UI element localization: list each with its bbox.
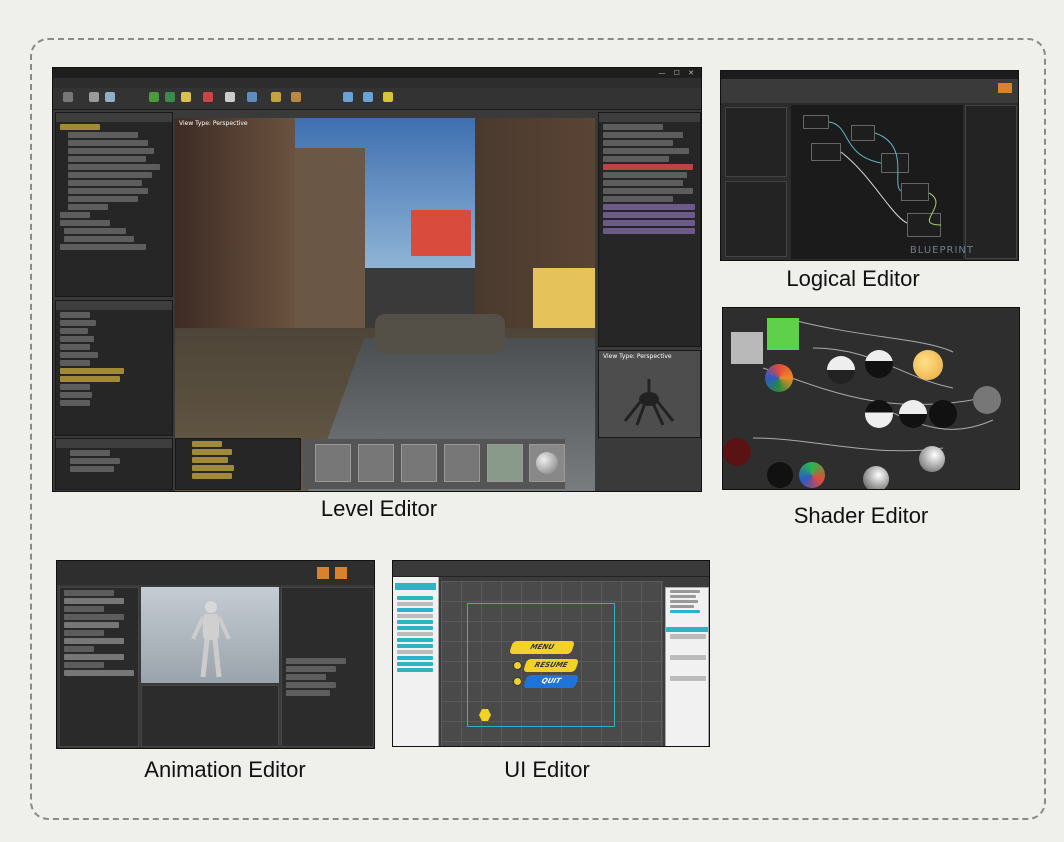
panel-header — [56, 439, 172, 448]
level-toolbar — [53, 88, 701, 110]
tool-icon[interactable] — [383, 92, 393, 102]
tool-icon[interactable] — [363, 92, 373, 102]
tool-icon[interactable] — [225, 92, 235, 102]
logical-editor-screenshot: BLUEPRINT — [720, 70, 1019, 261]
spider-model-icon — [623, 379, 675, 426]
animation-viewport[interactable] — [141, 587, 279, 683]
vehicle — [375, 314, 505, 354]
asset-thumbnails — [303, 439, 565, 489]
shader-editor-screenshot[interactable] — [722, 307, 1020, 490]
level-title-bar: — ☐ ✕ — [53, 68, 701, 78]
tool-icon[interactable] — [165, 92, 175, 102]
character-model — [191, 601, 231, 678]
asset-thumbnail[interactable] — [358, 444, 394, 482]
blueprint-graph[interactable] — [791, 105, 963, 259]
level-viewport[interactable]: View Type: Perspective — [175, 118, 595, 491]
tool-icon[interactable] — [181, 92, 191, 102]
viewport-label: View Type: Perspective — [179, 120, 248, 127]
asset-thumbnail[interactable] — [529, 444, 565, 482]
play-button[interactable] — [317, 567, 329, 579]
caption-ui-editor: UI Editor — [504, 757, 590, 782]
asset-thumbnail[interactable] — [487, 444, 523, 482]
tool-icon[interactable] — [343, 92, 353, 102]
building-mid — [295, 148, 365, 348]
caption-shader-editor: Shader Editor — [793, 503, 929, 528]
preview-label: View Type: Perspective — [603, 353, 672, 360]
animation-editor-screenshot — [56, 560, 375, 749]
tool-icon[interactable] — [63, 92, 73, 102]
tool-icon[interactable] — [291, 92, 301, 102]
asset-thumbnail[interactable] — [401, 444, 437, 482]
tool-icon[interactable] — [105, 92, 115, 102]
red-sign — [411, 210, 471, 256]
blueprint-watermark: BLUEPRINT — [909, 245, 974, 256]
record-button[interactable] — [335, 567, 347, 579]
menu-button[interactable]: MENU — [508, 641, 576, 654]
properties-panel — [598, 112, 701, 347]
resource-panel — [55, 300, 173, 436]
ui-canvas[interactable]: MENU RESUME QUIT — [441, 581, 663, 746]
window-controls: — ☐ ✕ — [658, 69, 697, 77]
project-tree-panel — [55, 112, 173, 297]
panel-header — [56, 301, 172, 310]
tool-icon[interactable] — [149, 92, 159, 102]
panel-header — [56, 113, 172, 122]
level-menu-bar — [53, 78, 701, 88]
asset-thumbnail[interactable] — [315, 444, 351, 482]
tool-icon[interactable] — [271, 92, 281, 102]
scene-list-panel — [55, 438, 173, 490]
play-button[interactable] — [998, 83, 1012, 93]
preview-panel: View Type: Perspective — [598, 350, 701, 438]
caption-animation-editor: Animation Editor — [144, 757, 306, 782]
caption-level-editor: Level Editor — [320, 496, 438, 521]
asset-thumbnail[interactable] — [444, 444, 480, 482]
ui-editor-screenshot: MENU RESUME QUIT — [392, 560, 710, 747]
tool-icon[interactable] — [203, 92, 213, 102]
resume-button[interactable]: RESUME — [522, 659, 580, 672]
asset-browser-tree — [175, 438, 301, 490]
caption-logical-editor: Logical Editor — [786, 266, 920, 291]
panel-header — [599, 113, 700, 122]
tool-icon[interactable] — [89, 92, 99, 102]
quit-button[interactable]: QUIT — [522, 675, 580, 688]
level-editor-screenshot: — ☐ ✕ View Type: Perspective View Type: … — [52, 67, 702, 492]
tool-icon[interactable] — [247, 92, 257, 102]
